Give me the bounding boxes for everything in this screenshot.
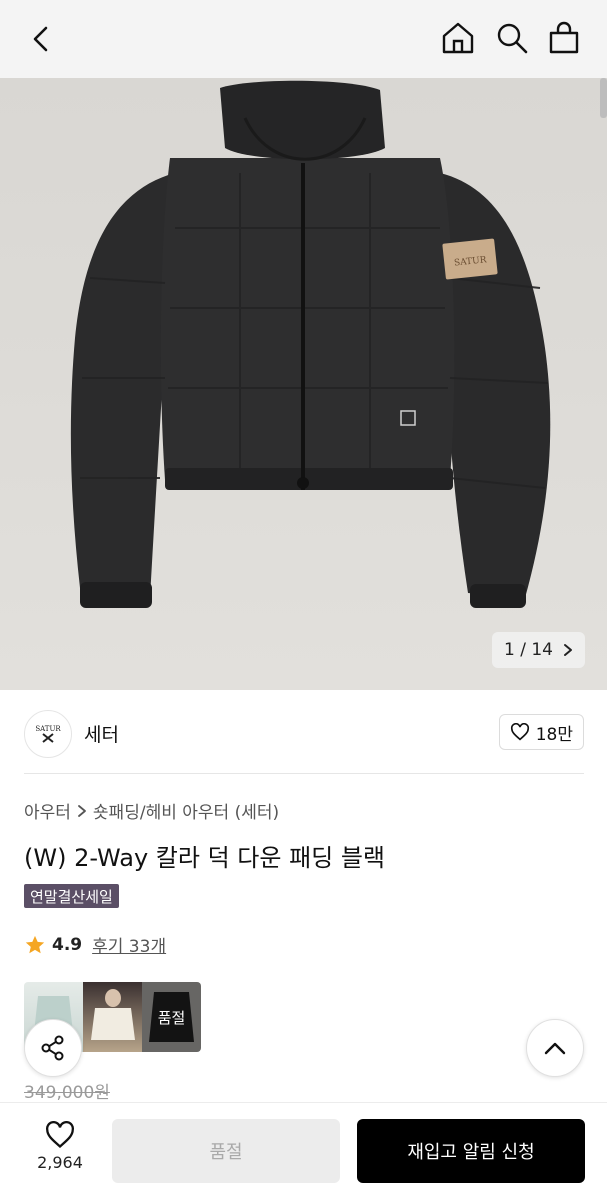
brand-row: SATUR 세터 18만 [24,708,584,758]
color-thumbnail-cream[interactable] [83,982,142,1052]
bag-icon[interactable] [546,20,582,56]
share-button[interactable] [24,1019,82,1077]
image-counter-text: 1 / 14 [504,640,553,660]
thumbnail-soldout-label: 품절 [142,982,201,1052]
image-counter[interactable]: 1 / 14 [492,632,585,668]
bottom-action-bar: 2,964 품절 재입고 알림 신청 [0,1102,607,1201]
product-image[interactable]: SATUR [0,78,607,690]
wishlist-count: 2,964 [37,1153,83,1172]
star-icon [25,935,45,953]
breadcrumb-item-outer[interactable]: 아우터 [24,798,71,823]
heart-icon [46,1121,74,1148]
brand-like-count: 18만 [535,724,573,745]
original-price: 349,000원 [24,1083,110,1103]
divider [24,773,584,774]
brand-logo[interactable]: SATUR [24,710,72,758]
soldout-button: 품절 [112,1119,340,1183]
scrollbar-thumb[interactable] [600,78,607,118]
search-icon[interactable] [494,20,530,56]
rating-row: 4.9 후기 33개 [24,932,166,957]
brand-name[interactable]: 세터 [84,720,119,747]
scroll-to-top-button[interactable] [526,1019,584,1077]
chevron-up-icon [544,1042,566,1055]
review-count-link[interactable]: 후기 33개 [92,932,166,957]
thumbnail-jacket-image [91,989,135,1040]
rating-score: 4.9 [52,934,83,955]
top-navigation-bar [0,0,607,78]
breadcrumb-item-category[interactable]: 숏패딩/헤비 아우터 (세터) [93,798,279,823]
heart-icon [510,723,529,741]
sale-badge: 연말결산세일 [24,884,119,908]
share-icon [41,1035,64,1061]
restock-alert-button[interactable]: 재입고 알림 신청 [357,1119,585,1183]
product-title: (W) 2-Way 칼라 덕 다운 패딩 블랙 [24,844,386,872]
home-icon[interactable] [440,20,476,56]
back-icon[interactable] [24,22,58,56]
color-thumbnail-black[interactable]: 품절 [142,982,201,1052]
jacket-illustration: SATUR [70,80,551,608]
brand-like-button[interactable]: 18만 [498,714,584,750]
breadcrumb: 아우터 숏패딩/헤비 아우터 (세터) [24,798,279,823]
chevron-right-icon [78,804,86,817]
brand-emblem-icon [42,733,54,743]
wishlist-button[interactable]: 2,964 [30,1121,90,1172]
chevron-right-icon [564,644,572,656]
brand-logo-text: SATUR [35,725,61,733]
